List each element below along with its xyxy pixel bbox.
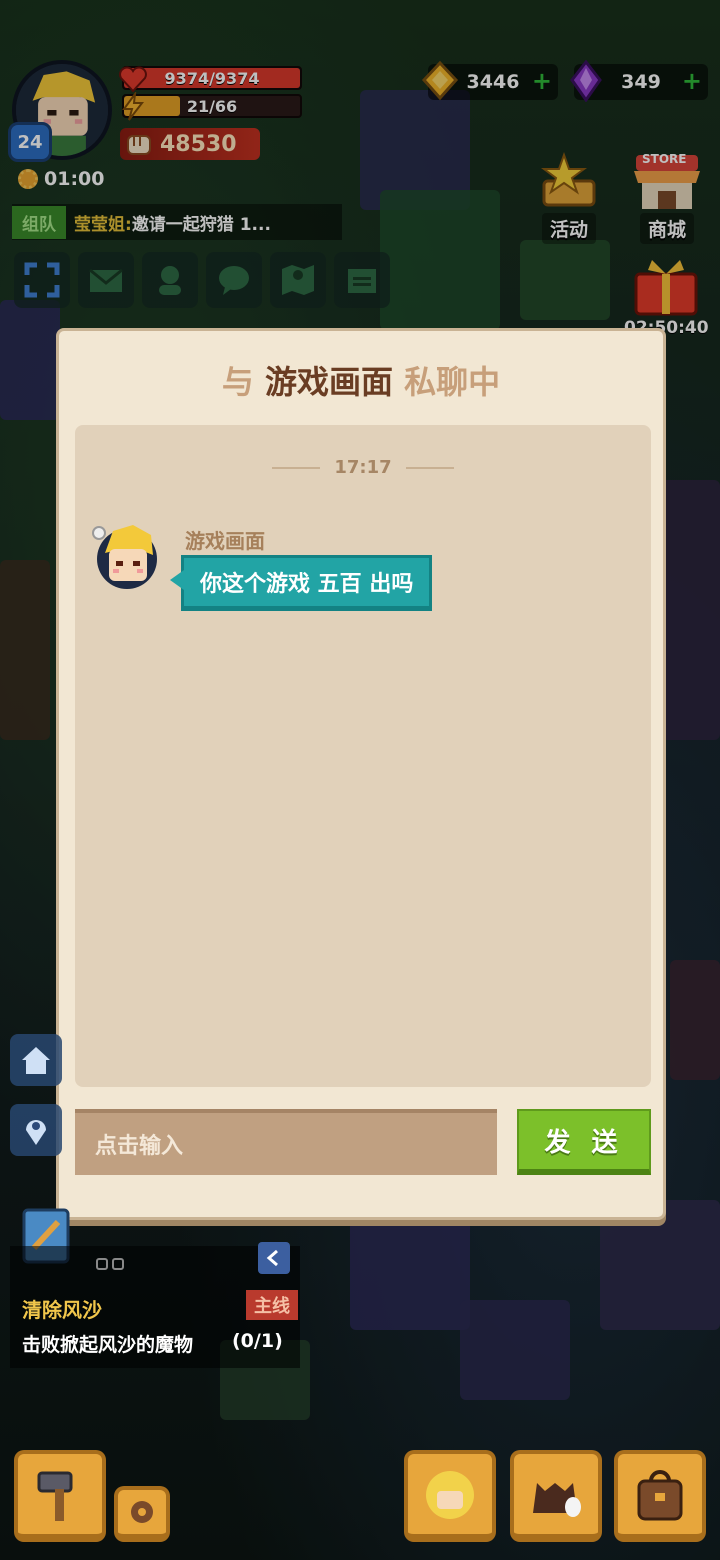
chevron-left-icon (266, 1249, 278, 1267)
sender-avatar[interactable] (91, 521, 157, 591)
home-button[interactable] (10, 1034, 62, 1086)
hammer-icon (37, 1471, 73, 1521)
title-prefix: 与 (221, 363, 254, 401)
companion-button[interactable] (404, 1450, 496, 1542)
message-bubble[interactable]: 你这个游戏 五百 出吗 (170, 555, 433, 611)
timestamp-divider-right (405, 466, 454, 469)
quest-progress: (0/1) (232, 1330, 283, 1352)
pet-icon (533, 1483, 581, 1517)
home-icon (22, 1047, 50, 1074)
quest-page-dots (96, 1258, 124, 1270)
dialog-title: 与 游戏画面 私聊中 (59, 357, 663, 403)
quest-description: 击败掀起风沙的魔物 (22, 1334, 194, 1356)
quest-type-tag: 主线 (246, 1290, 298, 1320)
message-timestamp: 17:17 (334, 457, 392, 478)
location-icon (26, 1120, 46, 1145)
private-chat-dialog: 与 游戏画面 私聊中 17:17 游戏画面 你这个游戏 五百 出吗 点击输入 发 (56, 328, 666, 1220)
title-contact-name: 游戏画面 (264, 363, 393, 401)
message-sender-name: 游戏画面 (185, 529, 265, 553)
location-button[interactable] (10, 1104, 62, 1156)
quest-title: 清除风沙 (22, 1298, 102, 1322)
quest-tracker[interactable]: 清除风沙 主线 击败掀起风沙的魔物 (0/1) (10, 1246, 300, 1368)
send-button-label: 发 送 (544, 1127, 624, 1158)
message-timestamp-row: 17:17 (75, 457, 651, 478)
chat-input-field[interactable]: 点击输入 (75, 1109, 497, 1175)
title-suffix: 私聊中 (404, 363, 501, 401)
build-button[interactable] (14, 1450, 106, 1542)
timestamp-divider-left (272, 466, 321, 469)
chat-message-area[interactable]: 17:17 游戏画面 你这个游戏 五百 出吗 (75, 425, 651, 1087)
quest-dot (96, 1258, 108, 1270)
send-button[interactable]: 发 送 (517, 1109, 651, 1175)
chat-input-placeholder: 点击输入 (95, 1134, 184, 1159)
bubble-tail (170, 570, 184, 590)
message-text: 你这个游戏 五百 出吗 (200, 572, 414, 597)
pet-button[interactable] (510, 1450, 602, 1542)
settings-button[interactable] (114, 1486, 170, 1542)
bag-icon (637, 1470, 683, 1521)
bag-button[interactable] (614, 1450, 706, 1542)
settings-icon (131, 1501, 153, 1523)
quest-dot (112, 1258, 124, 1270)
collapse-quest-button[interactable] (258, 1242, 290, 1274)
companion-icon (426, 1471, 474, 1519)
